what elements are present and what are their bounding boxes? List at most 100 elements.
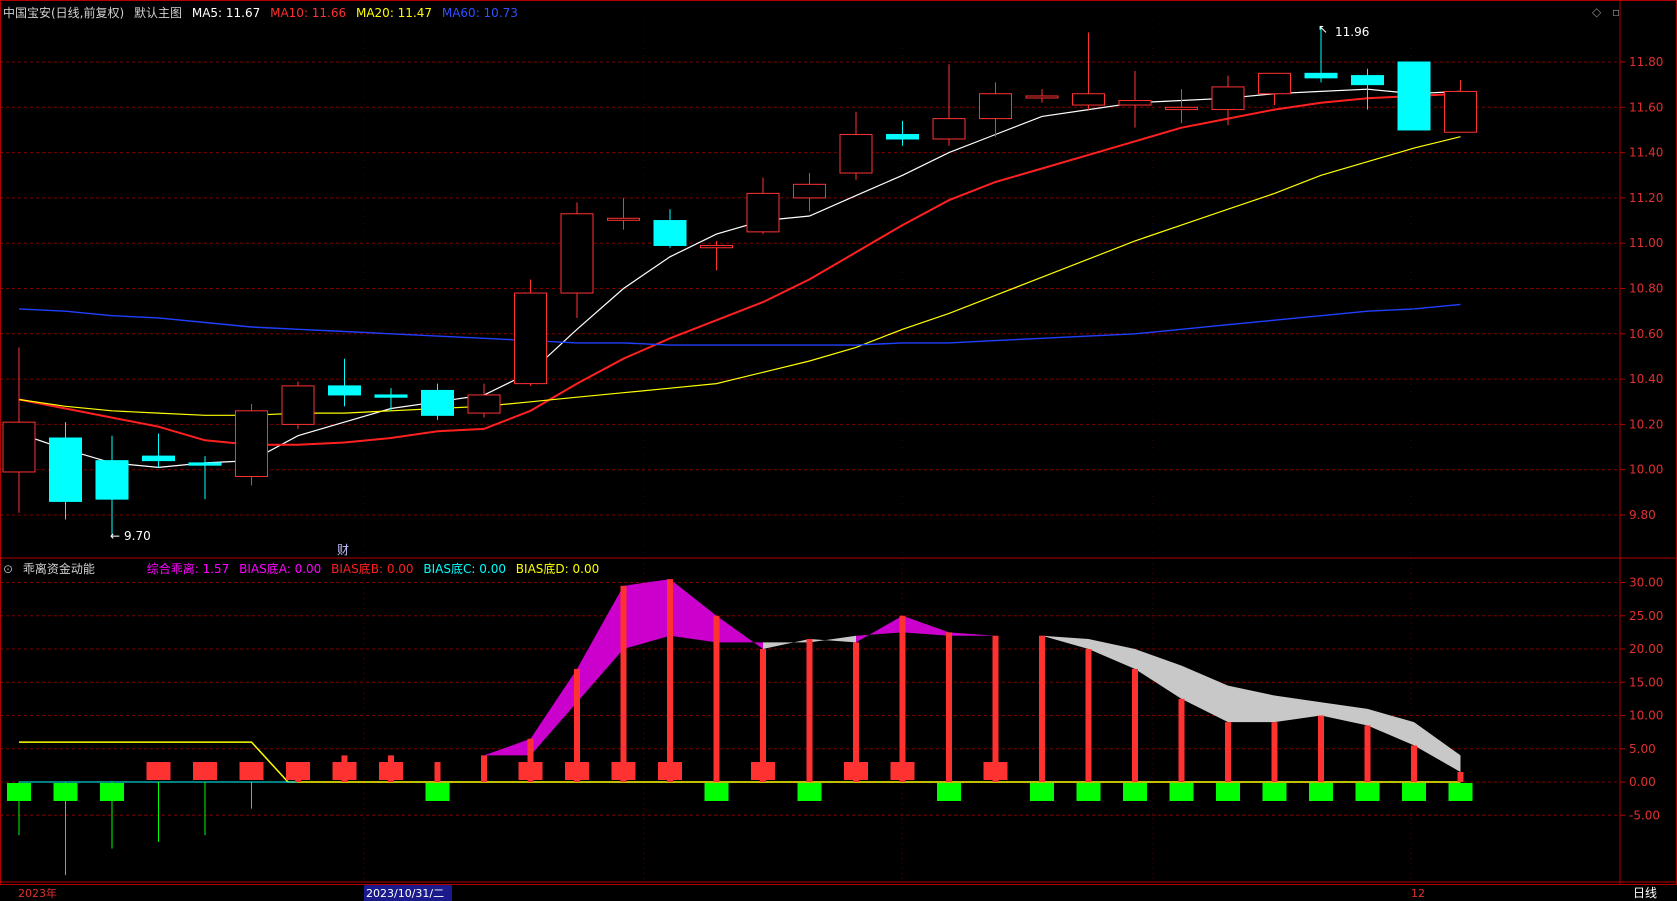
momentum-bar [1132, 668, 1138, 782]
candle-body-up [281, 385, 315, 425]
candle-body-down [142, 455, 175, 462]
candle-body-up [1258, 72, 1291, 95]
candle-body-up [1444, 90, 1477, 133]
red-marker [983, 762, 1008, 780]
green-marker [1448, 783, 1473, 801]
candle-body-down [188, 462, 222, 466]
sub-ytick-label: -5.00 [1629, 808, 1660, 822]
red-marker [565, 762, 589, 780]
main-ytick-label: 10.80 [1629, 282, 1663, 296]
candlestick [235, 404, 268, 486]
biasB-value: BIAS底B: 0.00 [331, 562, 414, 576]
low-arrow-icon: ← [110, 529, 120, 543]
chart-name[interactable]: 默认主图 [134, 6, 182, 20]
sub-chart-header: ⊙ 乖离资金动能 综合乖离: 1.57 BIAS底A: 0.00 BIAS底B:… [3, 560, 605, 577]
candle-body-up [1165, 106, 1198, 111]
chart-canvas[interactable]: 11.80 11.60 11.40 11.20 11.00 10.80 10.60 10.40… [0, 0, 1677, 901]
green-marker [937, 783, 961, 801]
sub-ytick-label: 10.00 [1629, 709, 1663, 723]
candle-body-up [746, 192, 780, 233]
candle-body-up [979, 93, 1012, 120]
candle-body-down [49, 437, 82, 502]
momentum-bar [620, 585, 627, 782]
window-icon[interactable]: ▫ [1612, 5, 1620, 19]
low-price-annotation: 9.70 [124, 529, 151, 543]
main-ytick-label: 9.80 [1629, 508, 1656, 522]
sub-ytick-label: 30.00 [1629, 576, 1663, 590]
green-marker [7, 783, 31, 801]
green-marker [1169, 783, 1194, 801]
candle-body-up [1072, 93, 1105, 106]
main-ytick-label: 11.40 [1629, 146, 1663, 160]
candle-body-up [1211, 86, 1245, 111]
green-marker [1309, 783, 1333, 801]
candle-body-down [95, 460, 129, 500]
period-label[interactable]: 日线 [1633, 886, 1657, 900]
green-marker [1216, 783, 1240, 801]
momentum-bar [1178, 698, 1185, 782]
candle-body-up [839, 133, 873, 174]
main-ytick-label: 10.40 [1629, 372, 1663, 386]
candle-body-up [235, 410, 268, 477]
momentum-bar [899, 615, 906, 782]
candle-body-up [514, 292, 547, 385]
momentum-bar [1225, 722, 1231, 782]
momentum-bar [806, 639, 813, 782]
candle-body-up [1118, 100, 1152, 106]
red-marker [611, 762, 636, 780]
candle-body-up [700, 244, 733, 249]
sub-ytick-label: 0.00 [1629, 775, 1656, 789]
red-marker [286, 762, 310, 780]
indicator-name[interactable]: 乖离资金动能 [23, 562, 95, 576]
main-ytick-label: 10.00 [1629, 463, 1663, 477]
momentum-bar [1318, 715, 1324, 782]
red-marker [379, 762, 403, 780]
momentum-bar [1457, 772, 1464, 782]
collapse-icon[interactable]: ⊙ [3, 562, 13, 576]
candle-body-down [1351, 75, 1384, 86]
ma5-value: MA5: 11.67 [191, 6, 261, 20]
momentum-bar [434, 762, 441, 782]
red-marker [146, 762, 171, 780]
diamond-icon[interactable]: ◇ [1592, 5, 1601, 19]
candle-body-down [328, 385, 361, 396]
candle-body-down [421, 389, 454, 416]
main-ytick-label: 11.00 [1629, 236, 1663, 250]
momentum-bar [1364, 725, 1371, 782]
stock-title[interactable]: 中国宝安(日线,前复权) [3, 6, 124, 20]
green-marker [100, 783, 124, 801]
main-ytick-label: 10.20 [1629, 417, 1663, 431]
red-marker [239, 762, 264, 780]
red-marker [751, 762, 775, 780]
momentum-bar [1411, 745, 1417, 782]
red-marker [332, 762, 357, 780]
candle-body-up [560, 213, 594, 294]
main-chart-header: 中国宝安(日线,前复权) 默认主图 MA5: 11.67 MA10: 11.66… [3, 4, 524, 21]
red-marker [518, 762, 543, 780]
sub-ytick-label: 20.00 [1629, 642, 1663, 656]
momentum-bar [713, 615, 720, 782]
sub-ytick-label: 15.00 [1629, 675, 1663, 689]
green-marker [53, 783, 78, 801]
candle-body-up [607, 217, 640, 221]
candlestick [281, 381, 315, 429]
red-marker [193, 762, 217, 780]
momentum-bar [853, 642, 859, 782]
sub-ytick-label: 25.00 [1629, 609, 1663, 623]
momentum-bar [1039, 635, 1045, 782]
x-axis-month-label: 12 [1411, 887, 1425, 900]
green-marker [1262, 783, 1287, 801]
high-arrow-icon: ↖ [1318, 22, 1328, 36]
financial-report-marker[interactable]: 财 [337, 543, 349, 557]
momentum-bar [992, 635, 999, 782]
ma10-value: MA10: 11.66 [270, 6, 347, 20]
main-ytick-label: 11.60 [1629, 100, 1663, 114]
selected-date-label: 2023/10/31/二 [366, 887, 444, 900]
green-marker [1076, 783, 1101, 801]
biasD-value: BIAS底D: 0.00 [515, 562, 600, 576]
high-price-annotation: 11.96 [1335, 25, 1369, 39]
main-ytick-label: 11.80 [1629, 55, 1663, 69]
biasA-value: BIAS底A: 0.00 [239, 562, 322, 576]
candle-body-up [2, 421, 36, 473]
sub-ytick-label: 5.00 [1629, 742, 1656, 756]
